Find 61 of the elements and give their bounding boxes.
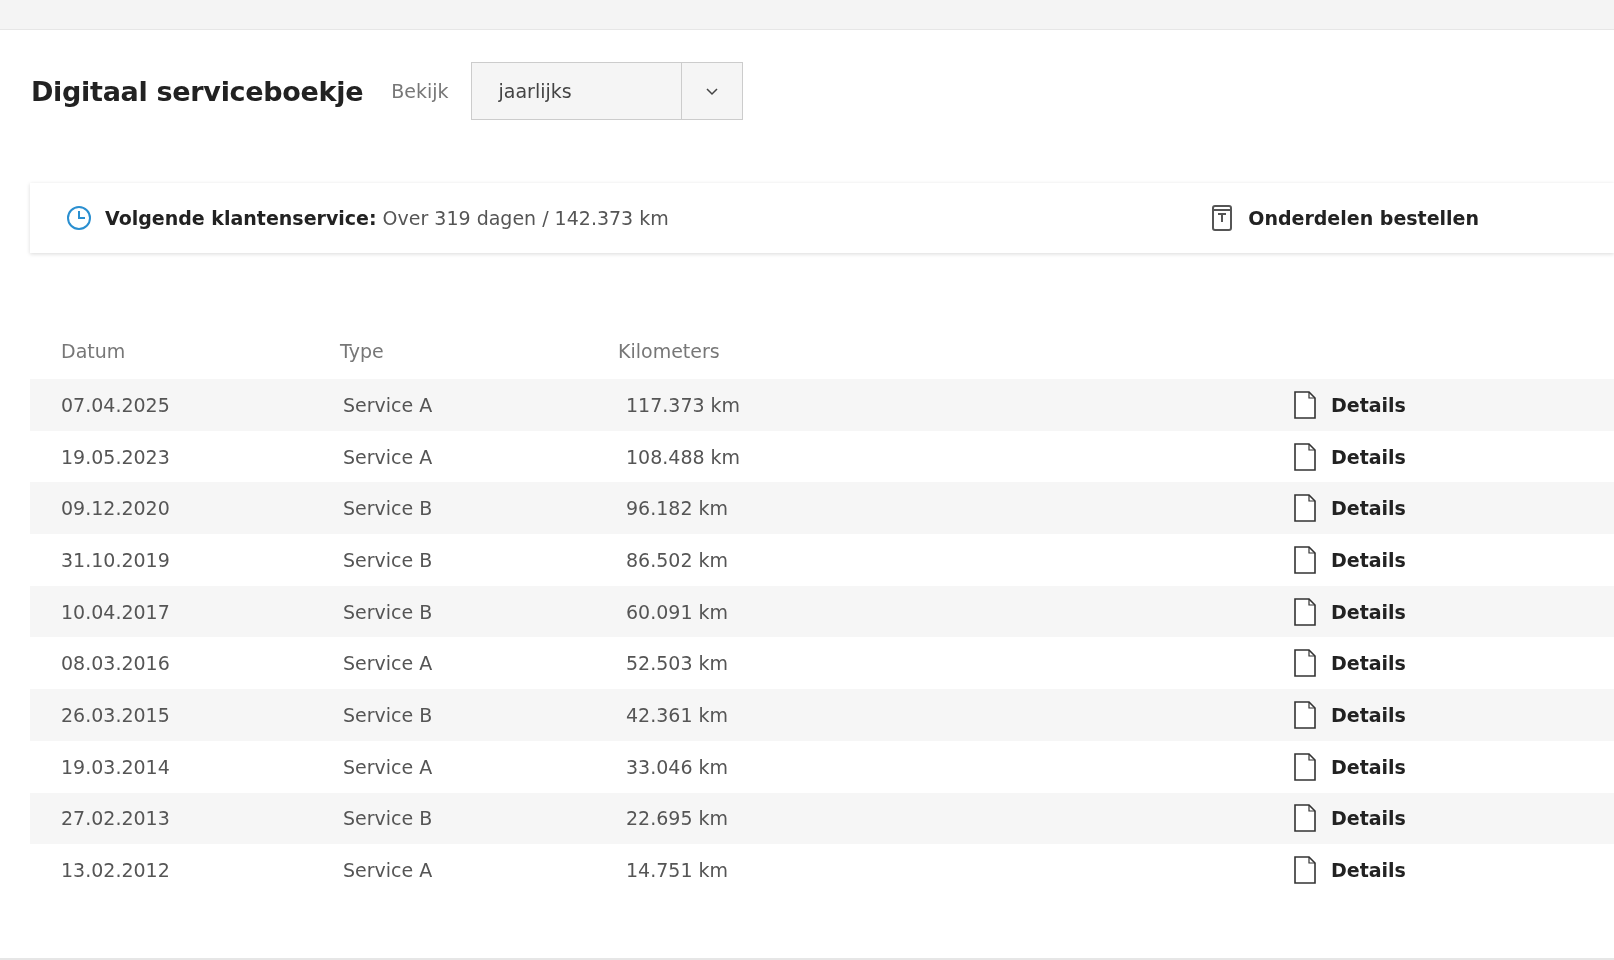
chevron-down-icon — [704, 86, 719, 96]
kilometers-cell-text: 14.751 km — [625, 859, 730, 882]
column-header: Kilometers — [617, 340, 721, 362]
date-cell-text: 08.03.2016 — [60, 652, 171, 675]
date-cell-text: 13.02.2012 — [60, 859, 171, 882]
date-cell-text: 19.03.2014 — [60, 755, 171, 778]
details-link[interactable]: Details — [1293, 441, 1406, 472]
kilometers-cell-text: 52.503 km — [625, 652, 730, 675]
document-icon — [1293, 441, 1317, 472]
document-icon — [1293, 699, 1317, 730]
details-link[interactable]: Details — [1293, 855, 1406, 886]
details-link[interactable]: Details — [1293, 699, 1406, 730]
kilometers-cell-text: 42.361 km — [625, 703, 730, 726]
document-icon — [1293, 855, 1317, 886]
document-icon — [1293, 596, 1317, 627]
type-cell-text: Service A — [342, 755, 434, 778]
order-parts-link[interactable]: Onderdelen bestellen — [1211, 204, 1479, 232]
date-cell-text: 31.10.2019 — [60, 548, 171, 571]
next-service-text: Volgende klantenservice: Over 319 dagen / 142.373 km — [105, 207, 669, 229]
date-cell-text: 26.03.2015 — [60, 703, 171, 726]
document-icon — [1293, 751, 1317, 782]
kilometers-cell-text: 96.182 km — [625, 497, 730, 520]
type-cell-text: Service B — [342, 807, 434, 830]
kilometers-cell-text: 33.046 km — [625, 755, 730, 778]
column-header: Datum — [60, 340, 127, 362]
type-cell-text: Service A — [342, 859, 434, 882]
document-icon — [1293, 493, 1317, 524]
view-select[interactable]: jaarlijks — [470, 62, 743, 120]
document-icon — [1293, 803, 1317, 834]
date-cell-text: 19.05.2023 — [60, 445, 171, 468]
type-cell-text: Service A — [342, 445, 434, 468]
document-icon — [1293, 389, 1317, 420]
type-cell-text: Service B — [342, 497, 434, 520]
details-link[interactable]: Details — [1293, 751, 1406, 782]
clock-icon — [66, 205, 92, 231]
details-link[interactable]: Details — [1293, 803, 1406, 834]
kilometers-cell-text: 22.695 km — [625, 807, 730, 830]
kilometers-cell-text: 117.373 km — [625, 393, 742, 416]
type-cell-text: Service A — [342, 652, 434, 675]
page-title: Digitaal serviceboekje — [31, 75, 364, 107]
type-cell-text: Service B — [342, 703, 434, 726]
details-link[interactable]: Details — [1293, 596, 1406, 627]
details-link[interactable]: Details — [1293, 493, 1406, 524]
document-icon — [1293, 648, 1317, 679]
details-link[interactable]: Details — [1293, 389, 1406, 420]
type-cell-text: Service B — [342, 548, 434, 571]
kilometers-cell-text: 108.488 km — [625, 445, 742, 468]
date-cell-text: 27.02.2013 — [60, 807, 171, 830]
document-icon — [1293, 544, 1317, 575]
kilometers-cell-text: 60.091 km — [625, 600, 730, 623]
details-link[interactable]: Details — [1293, 648, 1406, 679]
details-link[interactable]: Details — [1293, 544, 1406, 575]
date-cell-text: 09.12.2020 — [60, 497, 171, 520]
parts-icon — [1211, 204, 1234, 232]
view-label: Bekijk — [391, 80, 449, 102]
date-cell-text: 10.04.2017 — [60, 600, 171, 623]
type-cell-text: Service A — [342, 393, 434, 416]
date-cell-text: 07.04.2025 — [60, 393, 171, 416]
kilometers-cell-text: 86.502 km — [625, 548, 730, 571]
type-cell-text: Service B — [342, 600, 434, 623]
column-header: Type — [340, 340, 385, 362]
